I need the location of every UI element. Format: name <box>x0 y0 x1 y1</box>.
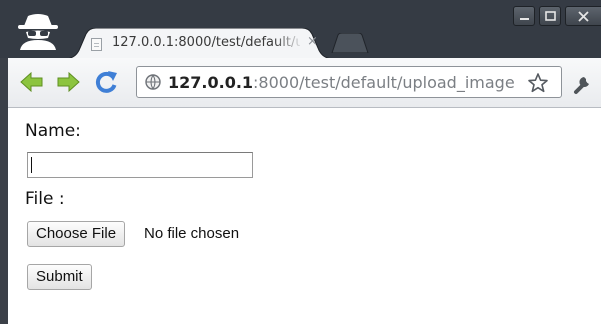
name-label: Name: <box>25 121 81 141</box>
url-text[interactable]: 127.0.0.1:8000/test/default/upload_image <box>168 73 515 92</box>
back-arrow-icon <box>20 71 43 93</box>
browser-toolbar: 127.0.0.1:8000/test/default/upload_image <box>8 58 601 108</box>
url-path: :8000/test/default/upload_image <box>253 73 515 92</box>
maximize-button[interactable] <box>539 6 561 26</box>
globe-icon <box>145 74 161 90</box>
maximize-icon <box>545 11 556 21</box>
forward-button[interactable] <box>54 68 82 96</box>
minimize-button[interactable] <box>513 6 535 26</box>
tab-title: 127.0.0.1:8000/test/default/upload_image <box>112 35 300 50</box>
name-input[interactable] <box>27 152 253 178</box>
address-bar[interactable]: 127.0.0.1:8000/test/default/upload_image <box>136 66 562 98</box>
close-window-icon <box>578 11 589 22</box>
page-content: Name: File : Choose File No file chosen … <box>8 108 601 324</box>
browser-tab[interactable]: 127.0.0.1:8000/test/default/upload_image… <box>64 28 334 59</box>
incognito-icon <box>18 14 58 50</box>
back-button[interactable] <box>18 68 46 96</box>
reload-icon <box>95 71 117 93</box>
tab-title-fade <box>274 32 304 54</box>
wrench-icon[interactable] <box>570 70 596 96</box>
submit-button[interactable]: Submit <box>27 264 92 290</box>
choose-file-button[interactable]: Choose File <box>27 221 126 247</box>
forward-arrow-icon <box>57 71 80 93</box>
file-label: File : <box>25 189 65 209</box>
minimize-icon <box>520 18 529 20</box>
new-tab-button[interactable] <box>330 33 370 53</box>
star-icon[interactable] <box>527 72 549 94</box>
window-frame <box>0 58 8 324</box>
text-cursor <box>31 157 32 173</box>
page-icon <box>91 38 102 51</box>
url-host: 127.0.0.1 <box>168 73 254 92</box>
no-file-chosen-text: No file chosen <box>144 225 240 242</box>
tab-close-icon[interactable]: × <box>307 34 318 49</box>
close-button[interactable] <box>565 6 601 26</box>
reload-button[interactable] <box>92 68 120 96</box>
